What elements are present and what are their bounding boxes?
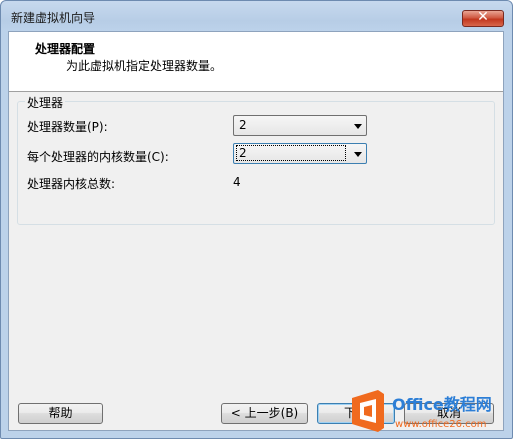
close-button[interactable]: ✕ [462, 9, 504, 27]
cores-per-processor-label: 每个处理器的内核数量(C): [27, 150, 169, 164]
processor-count-value: 2 [239, 118, 247, 132]
processor-count-label: 处理器数量(P): [27, 120, 108, 134]
total-cores-value: 4 [233, 175, 241, 189]
wizard-client-area: 处理器配置 为此虚拟机指定处理器数量。 处理器 处理器数量(P): 2 每个处理… [8, 31, 504, 431]
help-button[interactable]: 帮助 [18, 403, 103, 424]
processor-count-select[interactable]: 2 [233, 115, 367, 136]
office-watermark: Office教程网 www.office26.com [352, 390, 492, 432]
page-subtitle: 为此虚拟机指定处理器数量。 [66, 59, 223, 73]
wizard-header: 处理器配置 为此虚拟机指定处理器数量。 [9, 32, 503, 92]
watermark-url: www.office26.com [395, 419, 487, 430]
page-title: 处理器配置 [35, 42, 96, 56]
wizard-window: 新建虚拟机向导 ✕ 处理器配置 为此虚拟机指定处理器数量。 处理器 处理器数量(… [0, 0, 513, 439]
office-logo-icon [352, 390, 384, 432]
cores-per-processor-select[interactable]: 2 [233, 143, 367, 164]
back-button[interactable]: < 上一步(B) [221, 403, 308, 424]
processor-group-legend: 处理器 [25, 94, 66, 111]
chevron-down-icon [354, 152, 362, 157]
close-icon: ✕ [477, 9, 489, 25]
window-title: 新建虚拟机向导 [11, 11, 96, 25]
chevron-down-icon [354, 124, 362, 129]
total-cores-label: 处理器内核总数: [27, 177, 116, 191]
watermark-brand: Office教程网 [392, 395, 492, 414]
cores-per-processor-value: 2 [236, 145, 346, 161]
title-bar[interactable]: 新建虚拟机向导 ✕ [1, 1, 512, 31]
